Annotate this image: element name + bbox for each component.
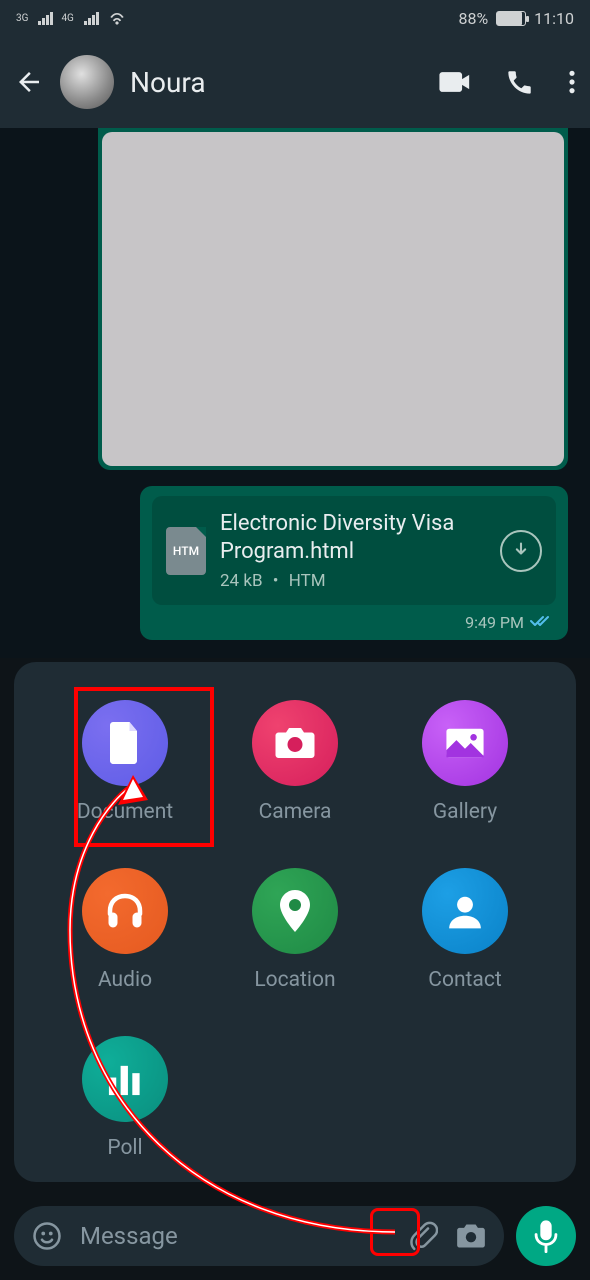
poll-icon	[106, 1062, 144, 1096]
clock: 11:10	[534, 9, 574, 28]
attach-label: Document	[77, 800, 173, 824]
attach-contact[interactable]: Contact	[422, 868, 508, 992]
document-row[interactable]: HTM Electronic Diversity Visa Program.ht…	[152, 496, 556, 605]
status-left: 3G 4G	[16, 10, 127, 26]
camera-input-icon[interactable]	[456, 1223, 486, 1249]
net2-label: 4G	[61, 13, 73, 24]
mic-button[interactable]	[516, 1206, 576, 1266]
location-pin-icon	[280, 890, 310, 932]
battery-icon	[496, 11, 526, 26]
video-call-icon[interactable]	[438, 69, 472, 95]
avatar[interactable]	[60, 55, 114, 109]
signal-icon	[38, 11, 53, 25]
document-meta: 24 kB • HTM	[220, 571, 486, 591]
battery-percent: 88%	[458, 9, 488, 28]
message-input[interactable]: Message	[14, 1206, 504, 1266]
document-message[interactable]: HTM Electronic Diversity Visa Program.ht…	[140, 486, 568, 640]
emoji-icon[interactable]	[32, 1221, 62, 1251]
message-placeholder: Message	[80, 1222, 390, 1250]
gallery-icon	[445, 726, 485, 760]
image-message[interactable]	[98, 128, 568, 470]
attach-gallery[interactable]: Gallery	[422, 700, 508, 824]
mic-icon	[533, 1219, 559, 1253]
attach-document[interactable]: Document	[77, 700, 173, 824]
back-icon[interactable]	[14, 67, 44, 97]
document-icon	[107, 722, 143, 764]
wifi-icon	[107, 10, 127, 26]
more-icon[interactable]	[568, 69, 576, 95]
attach-label: Poll	[107, 1136, 142, 1160]
status-bar: 3G 4G 88% 11:10	[0, 0, 590, 36]
headphones-icon	[104, 890, 146, 932]
read-ticks-icon	[530, 613, 552, 632]
camera-icon	[274, 725, 316, 761]
attach-label: Camera	[259, 800, 332, 824]
message-meta: 9:49 PM	[152, 613, 556, 632]
attach-label: Audio	[98, 968, 152, 992]
attach-location[interactable]: Location	[252, 868, 338, 992]
attach-icon[interactable]	[408, 1221, 438, 1251]
signal-icon	[84, 11, 99, 25]
contact-name[interactable]: Noura	[130, 66, 422, 99]
person-icon	[446, 892, 484, 930]
attach-camera[interactable]: Camera	[252, 700, 338, 824]
attach-audio[interactable]: Audio	[82, 868, 168, 992]
attach-label: Location	[254, 968, 335, 992]
net1-label: 3G	[16, 13, 28, 24]
document-title: Electronic Diversity Visa Program.html	[220, 510, 486, 565]
attach-label: Contact	[428, 968, 501, 992]
input-bar: Message	[14, 1206, 576, 1266]
message-time: 9:49 PM	[465, 613, 524, 632]
image-placeholder	[102, 132, 564, 466]
status-right: 88% 11:10	[458, 9, 574, 28]
download-icon	[511, 541, 531, 561]
download-button[interactable]	[500, 530, 542, 572]
chat-area[interactable]: HTM Electronic Diversity Visa Program.ht…	[0, 128, 590, 658]
chat-header: Noura	[0, 36, 590, 128]
attachment-panel: Document Camera Gallery	[14, 662, 576, 1182]
attach-label: Gallery	[433, 800, 497, 824]
document-file-icon: HTM	[166, 527, 206, 575]
voice-call-icon[interactable]	[506, 68, 534, 96]
attach-poll[interactable]: Poll	[82, 1036, 168, 1160]
